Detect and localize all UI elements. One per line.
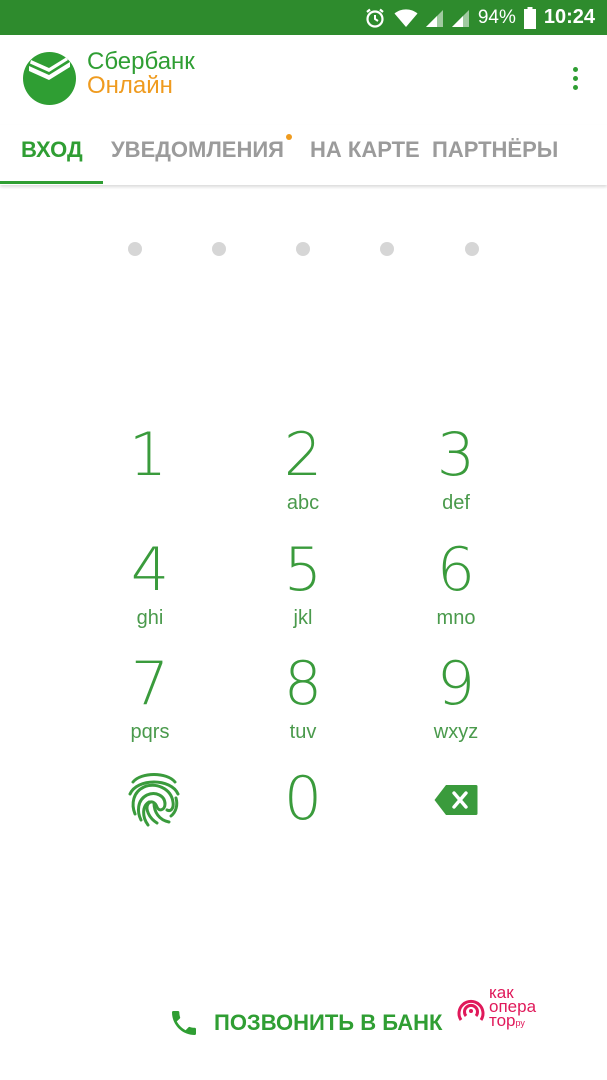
app-header: Сбербанк Онлайн bbox=[0, 35, 607, 125]
call-bank-button[interactable]: ПОЗВОНИТЬ В БАНК bbox=[168, 1003, 442, 1043]
key-digit: 4 bbox=[130, 535, 170, 605]
key-letters: def bbox=[442, 492, 470, 514]
key-9[interactable]: 9 wxyz bbox=[396, 653, 516, 753]
key-1[interactable]: 1 bbox=[88, 424, 208, 524]
key-letters: jkl bbox=[293, 607, 313, 629]
key-5[interactable]: 5 jkl bbox=[243, 539, 363, 639]
notification-badge bbox=[286, 134, 292, 140]
phone-icon bbox=[172, 1011, 196, 1035]
key-letters: mno bbox=[436, 607, 476, 629]
signal-icon bbox=[425, 8, 444, 28]
tab-login[interactable]: ВХОД bbox=[21, 125, 83, 185]
brand-name: Сбербанк Онлайн bbox=[87, 50, 195, 98]
watermark-suffix: ру bbox=[515, 1018, 525, 1028]
alarm-icon bbox=[364, 7, 386, 29]
key-digit: 9 bbox=[436, 649, 476, 719]
key-8[interactable]: 8 tuv bbox=[243, 653, 363, 753]
pin-dot bbox=[128, 242, 142, 256]
fingerprint-button[interactable] bbox=[124, 768, 184, 830]
key-digit: 5 bbox=[283, 535, 323, 605]
pin-dot bbox=[212, 242, 226, 256]
key-digit: 2 bbox=[283, 420, 323, 490]
pin-dot bbox=[296, 242, 310, 256]
status-icons: 94% 10:24 bbox=[364, 0, 595, 35]
key-7[interactable]: 7 pqrs bbox=[90, 653, 210, 753]
key-digit: 6 bbox=[436, 535, 476, 605]
battery-percent: 94% bbox=[477, 6, 516, 28]
watermark-line-3: тор bbox=[489, 1011, 516, 1030]
key-digit: 8 bbox=[283, 649, 323, 719]
call-bank-label: ПОЗВОНИТЬ В БАНК bbox=[214, 1010, 443, 1035]
brand-line-1: Сбербанк bbox=[87, 48, 195, 75]
key-digit: 0 bbox=[283, 764, 323, 834]
more-options-icon[interactable] bbox=[563, 63, 587, 93]
key-4[interactable]: 4 ghi bbox=[90, 539, 210, 639]
key-0[interactable]: 0 bbox=[243, 768, 363, 868]
watermark-icon bbox=[457, 999, 485, 1021]
active-tab-indicator bbox=[0, 181, 103, 184]
pin-dot bbox=[380, 242, 394, 256]
key-digit: 7 bbox=[130, 649, 170, 719]
key-3[interactable]: 3 def bbox=[396, 424, 516, 524]
backspace-icon bbox=[434, 785, 478, 815]
battery-icon bbox=[523, 6, 536, 29]
key-letters: wxyz bbox=[433, 721, 479, 743]
key-6[interactable]: 6 mno bbox=[396, 539, 516, 639]
tab-bar: ВХОД УВЕДОМЛЕНИЯ НА КАРТЕ ПАРТНЁРЫ bbox=[0, 125, 607, 185]
key-digit: 3 bbox=[436, 420, 476, 490]
watermark-text: как опера торру bbox=[489, 984, 536, 1030]
wifi-icon bbox=[394, 8, 418, 28]
sberbank-logo-icon bbox=[23, 52, 76, 105]
key-2[interactable]: 2 abc bbox=[243, 424, 363, 524]
status-bar: 94% 10:24 bbox=[0, 0, 607, 35]
fingerprint-icon bbox=[128, 773, 180, 827]
key-letters: ghi bbox=[136, 607, 164, 629]
pin-dot bbox=[465, 242, 479, 256]
key-digit: 1 bbox=[128, 420, 168, 490]
tab-notifications[interactable]: УВЕДОМЛЕНИЯ bbox=[111, 125, 284, 185]
tab-partners[interactable]: ПАРТНЁРЫ bbox=[432, 125, 558, 185]
watermark-logo: как опера торру bbox=[455, 984, 565, 1036]
signal-icon bbox=[451, 8, 470, 28]
key-letters: tuv bbox=[289, 721, 317, 743]
tab-on-map[interactable]: НА КАРТЕ bbox=[310, 125, 420, 185]
key-letters: pqrs bbox=[130, 721, 170, 743]
key-letters: abc bbox=[286, 492, 320, 514]
brand-line-2: Онлайн bbox=[87, 72, 173, 99]
backspace-button[interactable] bbox=[430, 780, 482, 820]
clock: 10:24 bbox=[543, 6, 595, 28]
